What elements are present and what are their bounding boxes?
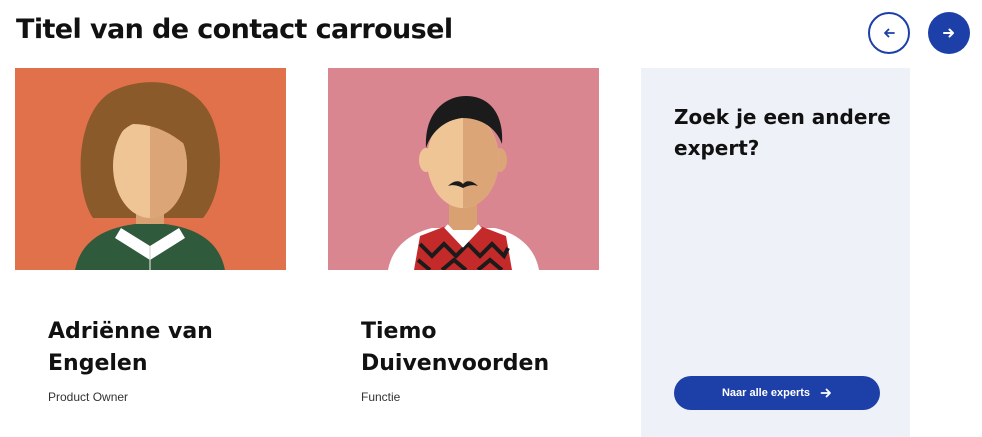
contact-role: Product Owner (48, 390, 129, 404)
cta-title: Zoek je een andere expert? (674, 105, 891, 160)
cta-card: Zoek je een andere expert? Naar alle exp… (641, 68, 910, 437)
contact-card[interactable]: Adriënne van Engelen Product Owner (15, 68, 286, 404)
contact-name: Tiemo Duivenvoorden (361, 319, 550, 376)
arrow-left-icon (884, 28, 895, 38)
arrow-right-icon (820, 388, 831, 398)
portrait-image (328, 68, 599, 270)
all-experts-button[interactable]: Naar alle experts (674, 376, 880, 410)
page-title: Titel van de contact carrousel (16, 14, 453, 45)
button-label: Naar alle experts (721, 387, 811, 399)
carousel-next-button[interactable] (928, 12, 970, 54)
contact-card[interactable]: Tiemo Duivenvoorden Functie (328, 68, 599, 404)
portrait-image (15, 68, 286, 270)
arrow-right-icon (943, 28, 954, 38)
carousel-prev-button[interactable] (868, 12, 910, 54)
contact-role: Functie (361, 390, 401, 404)
contact-name: Adriënne van Engelen (48, 319, 213, 376)
